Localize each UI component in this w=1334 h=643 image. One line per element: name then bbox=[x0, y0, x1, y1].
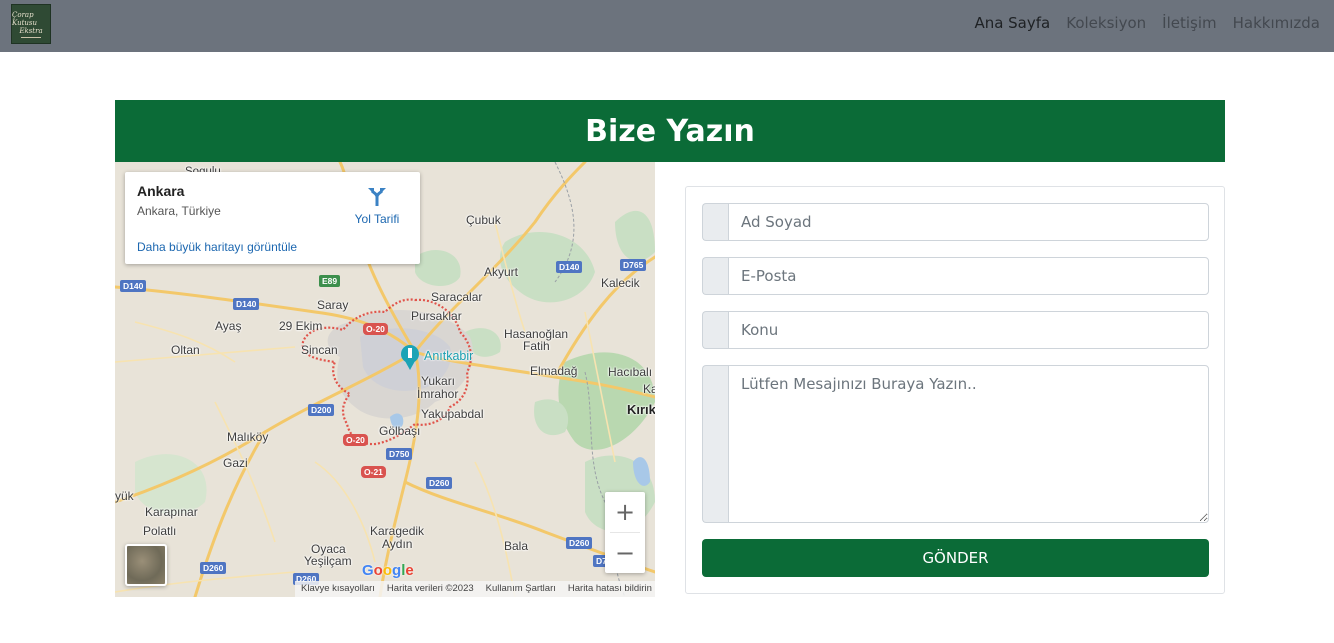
map-info-card: Ankara Ankara, Türkiye Daha büyük harita… bbox=[125, 172, 420, 264]
map-label: Oltan bbox=[171, 343, 200, 357]
map-label: Yakupabdal bbox=[421, 407, 484, 421]
subject-addon bbox=[702, 311, 728, 349]
map-label: Kalecik bbox=[601, 276, 640, 290]
map-label: Sincan bbox=[301, 343, 338, 357]
page-title: Bize Yazın bbox=[585, 113, 755, 149]
map-label: Çubuk bbox=[466, 213, 501, 227]
message-addon bbox=[702, 365, 728, 523]
road-badge-d750: D750 bbox=[386, 448, 413, 460]
road-badge-d200: D200 bbox=[308, 404, 335, 416]
map-label: Akyurt bbox=[484, 265, 519, 279]
map-attribution: Klavye kısayolları Harita verileri ©2023… bbox=[295, 581, 655, 597]
nav-link-home[interactable]: Ana Sayfa bbox=[974, 14, 1050, 32]
map-place-address: Ankara, Türkiye bbox=[137, 204, 221, 218]
zoom-control: + − bbox=[605, 492, 645, 573]
map-label: 29 Ekim bbox=[279, 319, 323, 333]
terms-link[interactable]: Kullanım Şartları bbox=[486, 583, 556, 595]
road-badge-d765: D765 bbox=[620, 259, 647, 271]
submit-button[interactable]: GÖNDER bbox=[702, 539, 1209, 577]
map-label: Ka bbox=[643, 382, 655, 396]
road-badge-d260: D260 bbox=[200, 562, 227, 574]
map-label: Bala bbox=[504, 539, 529, 553]
road-badge-e89: E89 bbox=[319, 275, 341, 287]
nav-links: Ana Sayfa Koleksiyon İletişim Hakkımızda bbox=[974, 14, 1320, 32]
map-place-title: Ankara bbox=[137, 183, 185, 199]
subject-input-group bbox=[702, 311, 1209, 349]
map-label: Yukarı bbox=[421, 374, 456, 388]
email-addon bbox=[702, 257, 728, 295]
name-input-group bbox=[702, 203, 1209, 241]
logo-divider bbox=[21, 36, 41, 38]
road-badge-d140: D140 bbox=[556, 261, 583, 273]
google-logo: Google bbox=[362, 562, 414, 579]
map-label: Gazi bbox=[223, 456, 248, 470]
navbar: Çorap Kutusu Ekstra Ana Sayfa Koleksiyon… bbox=[0, 0, 1334, 52]
map-label-anitkabir[interactable]: Anıtkabir bbox=[424, 349, 473, 363]
logo-text-line2: Ekstra bbox=[19, 26, 43, 35]
larger-map-link[interactable]: Daha büyük haritayı görüntüle bbox=[137, 240, 297, 254]
logo-text-line1: Çorap Kutusu bbox=[12, 10, 38, 27]
message-textarea[interactable] bbox=[728, 365, 1209, 523]
email-input[interactable] bbox=[728, 257, 1209, 295]
map-label: Ayaş bbox=[215, 319, 242, 333]
zoom-in-button[interactable]: + bbox=[605, 492, 645, 532]
subject-input[interactable] bbox=[728, 311, 1209, 349]
road-badge-d140: D140 bbox=[233, 298, 260, 310]
map-label: Gölbaşı bbox=[379, 424, 421, 438]
name-input[interactable] bbox=[728, 203, 1209, 241]
zoom-out-button[interactable]: − bbox=[605, 533, 645, 573]
name-addon bbox=[702, 203, 728, 241]
map-label: Karapınar bbox=[145, 505, 198, 519]
map-label: Fatih bbox=[523, 339, 550, 353]
message-input-group bbox=[702, 365, 1209, 523]
embedded-map[interactable]: D140 D140 D140 D765 E89 O-20 O-20 O-21 D… bbox=[115, 162, 655, 597]
map-label: Pursaklar bbox=[411, 309, 462, 323]
contact-header: Bize Yazın bbox=[115, 100, 1225, 162]
contact-form: GÖNDER bbox=[685, 186, 1225, 594]
road-badge-o21: O-21 bbox=[361, 466, 386, 478]
map-label: Karagedik bbox=[370, 524, 425, 538]
keyboard-shortcuts-link[interactable]: Klavye kısayolları bbox=[301, 583, 375, 595]
nav-link-contact[interactable]: İletişim bbox=[1162, 14, 1216, 32]
map-label: Saray bbox=[317, 298, 349, 312]
satellite-layer-toggle[interactable] bbox=[125, 544, 167, 586]
map-label: yük bbox=[115, 489, 134, 503]
map-label: Kırık bbox=[627, 402, 655, 417]
brand-logo[interactable]: Çorap Kutusu Ekstra bbox=[11, 4, 51, 44]
directions-icon bbox=[368, 188, 386, 206]
road-badge-d260: D260 bbox=[426, 477, 453, 489]
map-label: Hacıbalı bbox=[608, 365, 653, 379]
map-label: Elmadağ bbox=[530, 364, 578, 378]
nav-link-about[interactable]: Hakkımızda bbox=[1233, 14, 1320, 32]
map-label: Aydın bbox=[382, 537, 413, 551]
directions-button[interactable]: Yol Tarifi bbox=[345, 184, 409, 226]
road-badge-d140: D140 bbox=[120, 280, 147, 292]
email-input-group bbox=[702, 257, 1209, 295]
nav-link-collection[interactable]: Koleksiyon bbox=[1066, 14, 1146, 32]
road-badge-d260: D260 bbox=[566, 537, 593, 549]
report-error-link[interactable]: Harita hatası bildirin bbox=[568, 583, 652, 595]
map-label: Yeşilçam bbox=[304, 554, 352, 568]
map-label: Malıköy bbox=[227, 430, 269, 444]
directions-label: Yol Tarifi bbox=[354, 212, 400, 226]
road-badge-o20: O-20 bbox=[343, 434, 368, 446]
map-label: Saracalar bbox=[431, 290, 483, 304]
road-badge-o20: O-20 bbox=[363, 323, 388, 335]
map-label: Polatlı bbox=[143, 524, 177, 538]
map-data-credit: Harita verileri ©2023 bbox=[386, 583, 474, 594]
map-label: İmrahor bbox=[417, 387, 459, 401]
